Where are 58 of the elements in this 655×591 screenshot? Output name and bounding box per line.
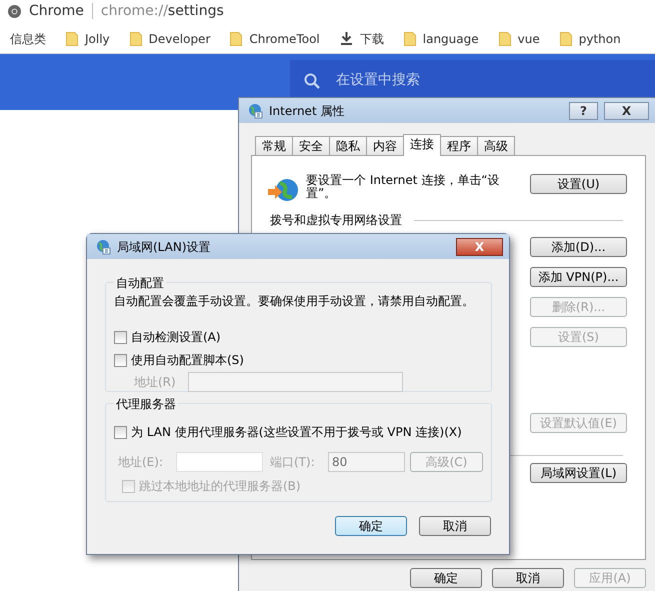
globe-icon <box>268 177 298 203</box>
setup-text: 要设置一个 Internet 连接，单击“设置”。 <box>306 174 500 200</box>
folder-icon <box>130 32 142 46</box>
bookmark-link[interactable]: 下载 <box>360 30 384 48</box>
tab[interactable]: 内容 <box>366 136 404 155</box>
folder-icon <box>498 32 511 46</box>
checkbox[interactable] <box>114 354 127 366</box>
checkbox-label: 自动检测设置(A) <box>131 329 221 346</box>
bookmark-link[interactable]: Jolly <box>85 30 110 48</box>
tab[interactable]: 隐私 <box>329 136 367 155</box>
globe-icon <box>247 102 263 118</box>
description-text: 自动配置会覆盖手动设置。要确保使用手动设置，请禁用自动配置。 <box>114 293 475 310</box>
lan-settings-button[interactable]: 局域网设置(L) <box>530 463 627 483</box>
close-button[interactable]: X <box>604 102 649 120</box>
connection-button[interactable]: 添加(D)... <box>530 237 627 257</box>
connection-button[interactable]: 添加 VPN(P)... <box>530 267 627 287</box>
checkbox[interactable] <box>114 426 127 438</box>
field-label: 端口(T): <box>270 454 316 471</box>
folder-icon <box>560 32 572 46</box>
proxy-address-field[interactable] <box>176 452 263 472</box>
group-title: 自动配置 <box>114 274 166 292</box>
dialog-button[interactable]: 确定 <box>335 516 407 536</box>
bookmark-link[interactable]: Developer <box>148 30 210 48</box>
url-path: settings <box>168 2 224 20</box>
checkbox-label: 跳过本地地址的代理服务器(B) <box>139 478 301 495</box>
search-icon <box>304 72 320 88</box>
folder-icon <box>230 32 242 46</box>
browser-logo-icon <box>8 4 21 18</box>
group-title: 代理服务器 <box>114 395 178 413</box>
window-title: 局域网(LAN)设置 <box>117 238 211 256</box>
folder-icon <box>66 32 78 46</box>
field-label: 地址(E): <box>118 454 164 471</box>
checkbox-label: 使用自动配置脚本(S) <box>131 352 244 369</box>
window-title: Internet 属性 <box>269 102 344 120</box>
url-scheme: chrome:// <box>100 2 168 20</box>
tab[interactable]: 连接 <box>403 134 441 156</box>
field-label: 地址(R) <box>134 374 177 391</box>
help-button[interactable]: ? <box>569 102 598 120</box>
bookmark-link[interactable]: language <box>422 30 479 48</box>
globe-icon <box>95 238 111 254</box>
tab[interactable]: 安全 <box>292 136 330 155</box>
download-icon <box>340 32 353 46</box>
bookmark-link[interactable]: ChromeTool <box>249 30 320 48</box>
bookmark-link[interactable]: 信息类 <box>10 30 46 48</box>
bookmark-link[interactable]: python <box>578 30 621 48</box>
folder-icon <box>404 32 416 46</box>
checkbox-label: 为 LAN 使用代理服务器(这些设置不用于拨号或 VPN 连接)(X) <box>131 424 462 441</box>
dialog-button[interactable]: 取消 <box>419 516 491 536</box>
setup-button[interactable]: 设置(U) <box>530 174 627 194</box>
section-title: 拨号和虚拟专用网络设置 <box>270 212 402 229</box>
dialog-button[interactable]: 取消 <box>492 568 564 588</box>
browser-title: Chrome <box>29 2 84 20</box>
checkbox[interactable] <box>114 330 127 344</box>
tab[interactable]: 程序 <box>440 136 478 155</box>
tab[interactable]: 常规 <box>255 136 293 155</box>
dialog-button[interactable]: 确定 <box>410 568 482 588</box>
bookmark-link[interactable]: vue <box>518 30 540 48</box>
tab[interactable]: 高级 <box>477 136 515 155</box>
